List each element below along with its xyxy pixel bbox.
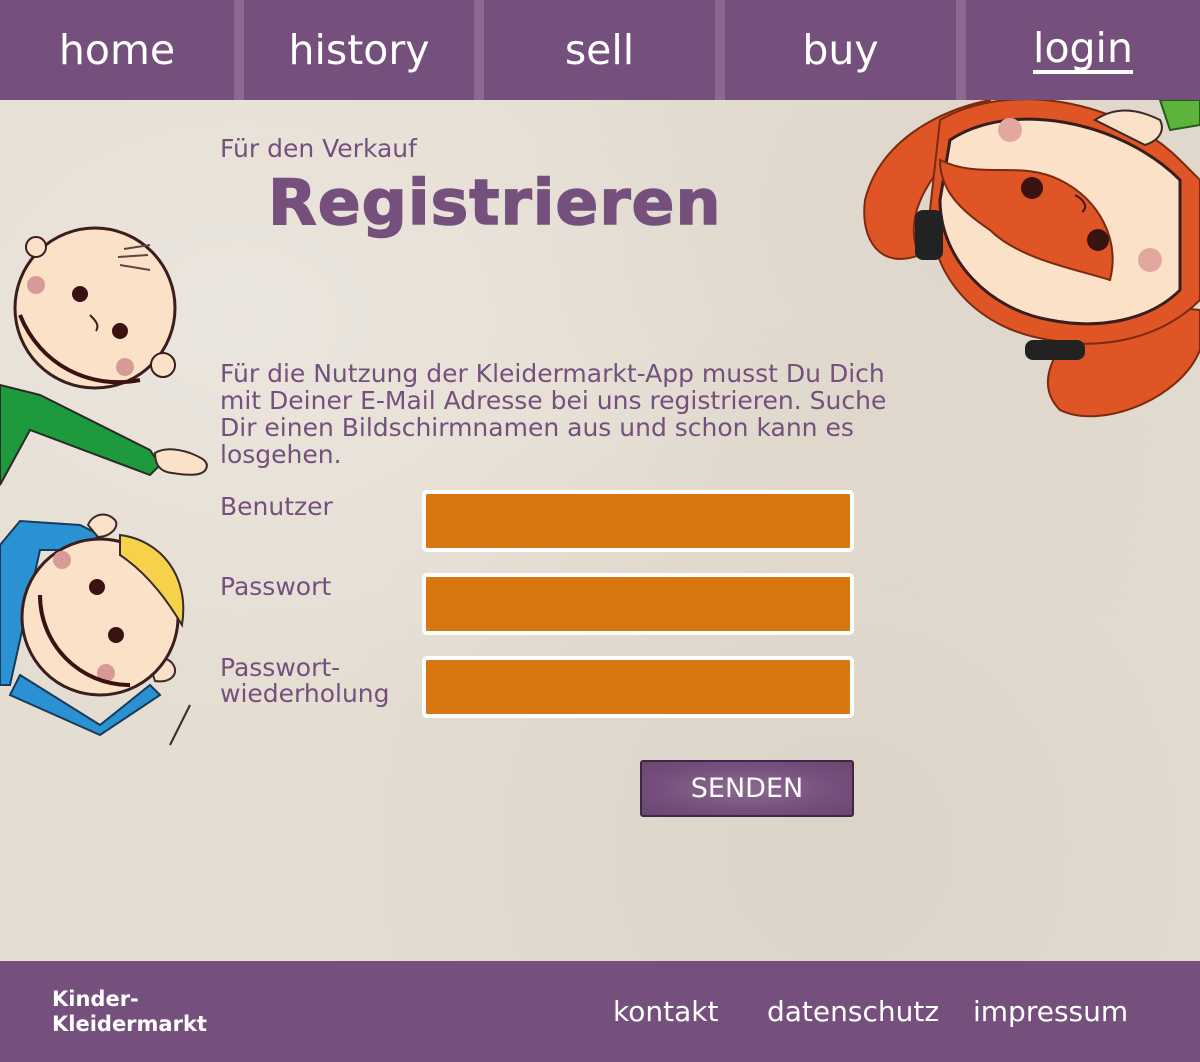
password-repeat-label: Passwort- wiederholung (220, 655, 390, 707)
nav-item-buy-label: buy (802, 26, 879, 74)
nav-item-history-label: history (288, 26, 430, 74)
footer-logo[interactable]: Kinder- Kleidermarkt (52, 987, 207, 1037)
intro-text: Für die Nutzung der Kleidermarkt-App mus… (220, 359, 887, 469)
nav-item-sell[interactable]: sell (484, 0, 715, 100)
nav-divider (956, 0, 966, 100)
send-button[interactable]: SENDEN (640, 760, 854, 817)
nav-item-login-label: login (1033, 24, 1133, 74)
footer-link-kontakt[interactable]: kontakt (613, 995, 718, 1028)
nav-item-login[interactable]: login (966, 0, 1200, 100)
page-title: Registrieren (267, 165, 722, 240)
nav-item-sell-label: sell (564, 26, 635, 74)
nav-item-buy[interactable]: buy (725, 0, 956, 100)
footer-link-datenschutz[interactable]: datenschutz (767, 995, 939, 1028)
main-navigation: home history sell buy login (0, 0, 1200, 100)
nav-item-home[interactable]: home (0, 0, 234, 100)
page-subtitle: Für den Verkauf (220, 134, 417, 163)
footer-logo-line1: Kinder- (52, 987, 139, 1011)
password-input[interactable] (422, 573, 854, 635)
password-repeat-label-line1: Passwort- (220, 653, 341, 682)
password-label: Passwort (220, 572, 332, 601)
password-repeat-input[interactable] (422, 656, 854, 718)
user-label: Benutzer (220, 492, 333, 521)
nav-divider (715, 0, 725, 100)
user-input[interactable] (422, 490, 854, 552)
nav-item-home-label: home (58, 26, 176, 74)
nav-divider (474, 0, 484, 100)
nav-item-history[interactable]: history (244, 0, 474, 100)
nav-divider (234, 0, 244, 100)
password-repeat-label-line2: wiederholung (220, 679, 390, 708)
children-illustration-left (0, 226, 208, 746)
footer-logo-line2: Kleidermarkt (52, 1012, 207, 1036)
footer-link-impressum[interactable]: impressum (973, 995, 1128, 1028)
footer: Kinder- Kleidermarkt kontakt datenschutz… (0, 961, 1200, 1062)
